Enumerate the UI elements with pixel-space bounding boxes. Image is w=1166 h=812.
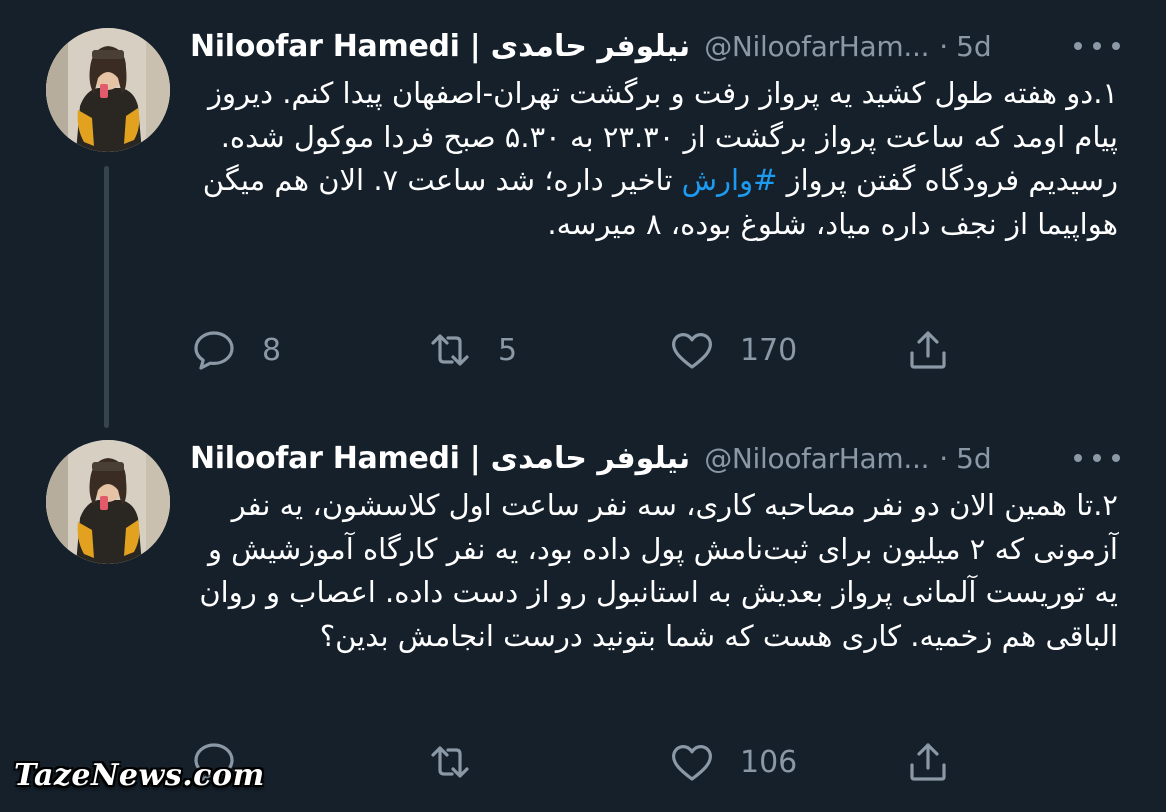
tweet-header: Niloofar Hamedi | نیلوفر حامدی @Niloofar… — [190, 438, 1120, 478]
watermark-logo: TazeNews.com — [14, 758, 265, 793]
hashtag-link[interactable]: #وارش — [682, 163, 778, 197]
user-handle[interactable]: @NiloofarHam... — [704, 442, 929, 475]
avatar[interactable] — [46, 440, 170, 564]
reply-icon — [194, 331, 234, 370]
display-name[interactable]: Niloofar Hamedi | نیلوفر حامدی — [190, 29, 691, 64]
separator-dot: · — [939, 441, 949, 475]
separator-dot: · — [939, 29, 949, 63]
more-icon[interactable] — [1074, 448, 1120, 468]
tweet-actions: 8 5 170 — [190, 322, 970, 378]
share-icon — [910, 331, 946, 369]
share-icon — [910, 743, 946, 781]
retweet-button[interactable]: 5 — [426, 322, 517, 378]
reply-count: 8 — [262, 332, 282, 368]
share-button[interactable] — [904, 734, 952, 790]
like-count: 170 — [740, 332, 798, 368]
tweet-text: ۲.تا همین الان دو نفر مصاحبه کاری، سه نف… — [199, 488, 1118, 653]
reply-button[interactable]: 8 — [190, 322, 281, 378]
like-icon — [672, 745, 712, 781]
display-name[interactable]: Niloofar Hamedi | نیلوفر حامدی — [190, 441, 691, 476]
more-icon[interactable] — [1074, 36, 1120, 56]
share-button[interactable] — [904, 322, 952, 378]
tweet-timestamp[interactable]: 5d — [956, 442, 992, 475]
retweet-count: 5 — [498, 332, 518, 368]
tweet-timestamp[interactable]: 5d — [956, 30, 992, 63]
retweet-icon — [431, 334, 469, 366]
tweet-1[interactable]: Niloofar Hamedi | نیلوفر حامدی @Niloofar… — [0, 0, 1166, 412]
retweet-icon — [431, 746, 469, 778]
tweet-text: ۱.دو هفته طول کشید یه پرواز رفت و برگشت … — [190, 72, 1118, 246]
like-count: 106 — [740, 744, 798, 780]
like-button[interactable]: 106 — [668, 734, 797, 790]
tweet-header: Niloofar Hamedi | نیلوفر حامدی @Niloofar… — [190, 26, 1120, 66]
avatar[interactable] — [46, 28, 170, 152]
like-button[interactable]: 170 — [668, 322, 797, 378]
retweet-button[interactable] — [426, 734, 498, 790]
tweet-2[interactable]: Niloofar Hamedi | نیلوفر حامدی @Niloofar… — [0, 412, 1166, 812]
tweet-actions: 106 — [190, 734, 970, 790]
tweet-thread: Niloofar Hamedi | نیلوفر حامدی @Niloofar… — [0, 0, 1166, 812]
like-icon — [672, 333, 712, 369]
user-handle[interactable]: @NiloofarHam... — [704, 30, 929, 63]
